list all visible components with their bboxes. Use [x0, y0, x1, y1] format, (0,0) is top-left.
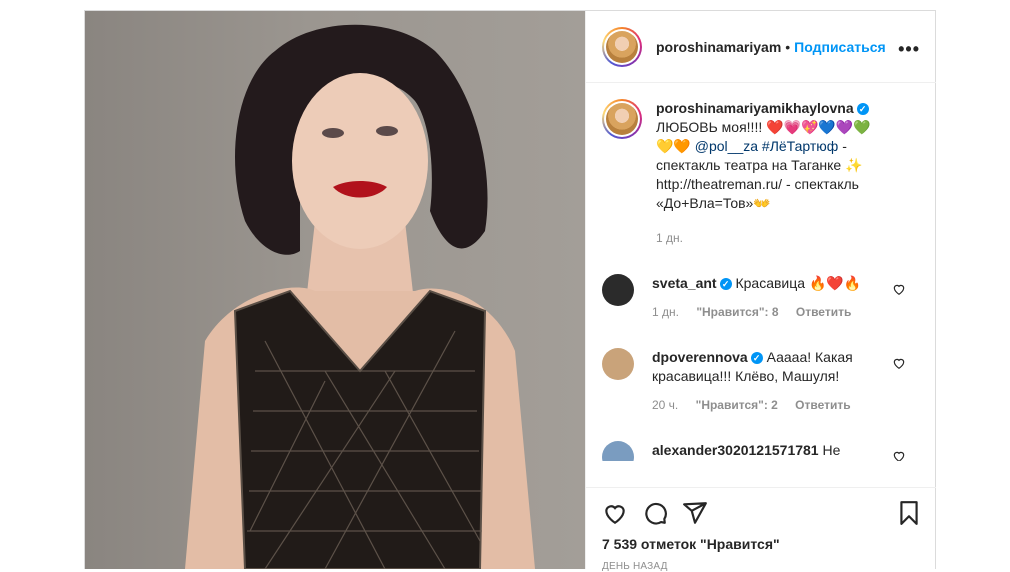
reply-button[interactable]: Ответить [795, 398, 850, 412]
comment-time: 20 ч. [652, 398, 679, 412]
author-username[interactable]: poroshinamariyam [656, 39, 781, 55]
post-photo[interactable] [85, 11, 585, 569]
follow-button[interactable]: Подписаться [794, 39, 886, 55]
comment-username[interactable]: dpoverennova [652, 349, 748, 365]
verified-icon: ✓ [719, 278, 732, 291]
caption-time: 1 дн. [656, 231, 683, 245]
heart-icon[interactable] [602, 500, 628, 526]
caption-avatar[interactable] [602, 99, 642, 139]
comment-avatar[interactable] [602, 441, 634, 461]
hashtag-link[interactable]: #ЛёТартюф [762, 138, 838, 154]
more-options-icon[interactable]: ••• [898, 39, 920, 60]
comments-list[interactable]: poroshinamariyamikhaylovna ✓ ЛЮБОВЬ моя!!… [586, 83, 936, 461]
caption-emoji: 💛🧡 [656, 138, 695, 154]
like-comment-icon[interactable] [892, 356, 906, 370]
comment-likes[interactable]: "Нравится": 8 [696, 305, 778, 319]
comment-item: alexander3020121571781 Не знаю кто это н… [602, 441, 920, 461]
post-sidebar: poroshinamariyam • Подписаться ••• poros… [585, 11, 936, 572]
comment-username[interactable]: sveta_ant [652, 275, 717, 291]
portrait-image [185, 24, 535, 569]
caption: poroshinamariyamikhaylovna ✓ ЛЮБОВЬ моя!!… [602, 99, 920, 248]
share-icon[interactable] [682, 500, 708, 526]
comment-item: dpoverennova ✓ Ааааа! Какая красавица!!! … [602, 348, 920, 415]
bookmark-icon[interactable] [896, 500, 922, 526]
like-comment-icon[interactable] [892, 449, 906, 461]
post-header: poroshinamariyam • Подписаться ••• [586, 11, 936, 83]
comment-avatar[interactable] [602, 348, 634, 380]
post-card: poroshinamariyam • Подписаться ••• poros… [84, 10, 936, 572]
comment-time: 1 дн. [652, 305, 679, 319]
comment-icon[interactable] [642, 500, 668, 526]
comment-username[interactable]: alexander3020121571781 [652, 442, 819, 458]
comment-text: Красавица 🔥❤️🔥 [735, 275, 862, 291]
like-comment-icon[interactable] [892, 282, 906, 296]
caption-line1: ЛЮБОВЬ моя!!!! ❤️💗💖💙💜💚 [656, 119, 871, 135]
verified-icon: ✓ [750, 352, 763, 365]
separator-dot: • [785, 38, 791, 55]
caption-username[interactable]: poroshinamariyamikhaylovna [656, 100, 854, 116]
mention-link[interactable]: @pol__za [695, 138, 758, 154]
comment-avatar[interactable] [602, 274, 634, 306]
likes-count[interactable]: 7 539 отметок "Нравится" [602, 536, 780, 552]
comment-likes[interactable]: "Нравится": 2 [696, 398, 778, 412]
avatar[interactable] [602, 26, 642, 67]
post-date: ДЕНЬ НАЗАД [602, 561, 668, 572]
action-bar [586, 487, 936, 528]
reply-button[interactable]: Ответить [796, 305, 851, 319]
comment-item: sveta_ant ✓ Красавица 🔥❤️🔥 1 дн. "Нравитс… [602, 274, 920, 322]
verified-icon: ✓ [856, 103, 869, 116]
